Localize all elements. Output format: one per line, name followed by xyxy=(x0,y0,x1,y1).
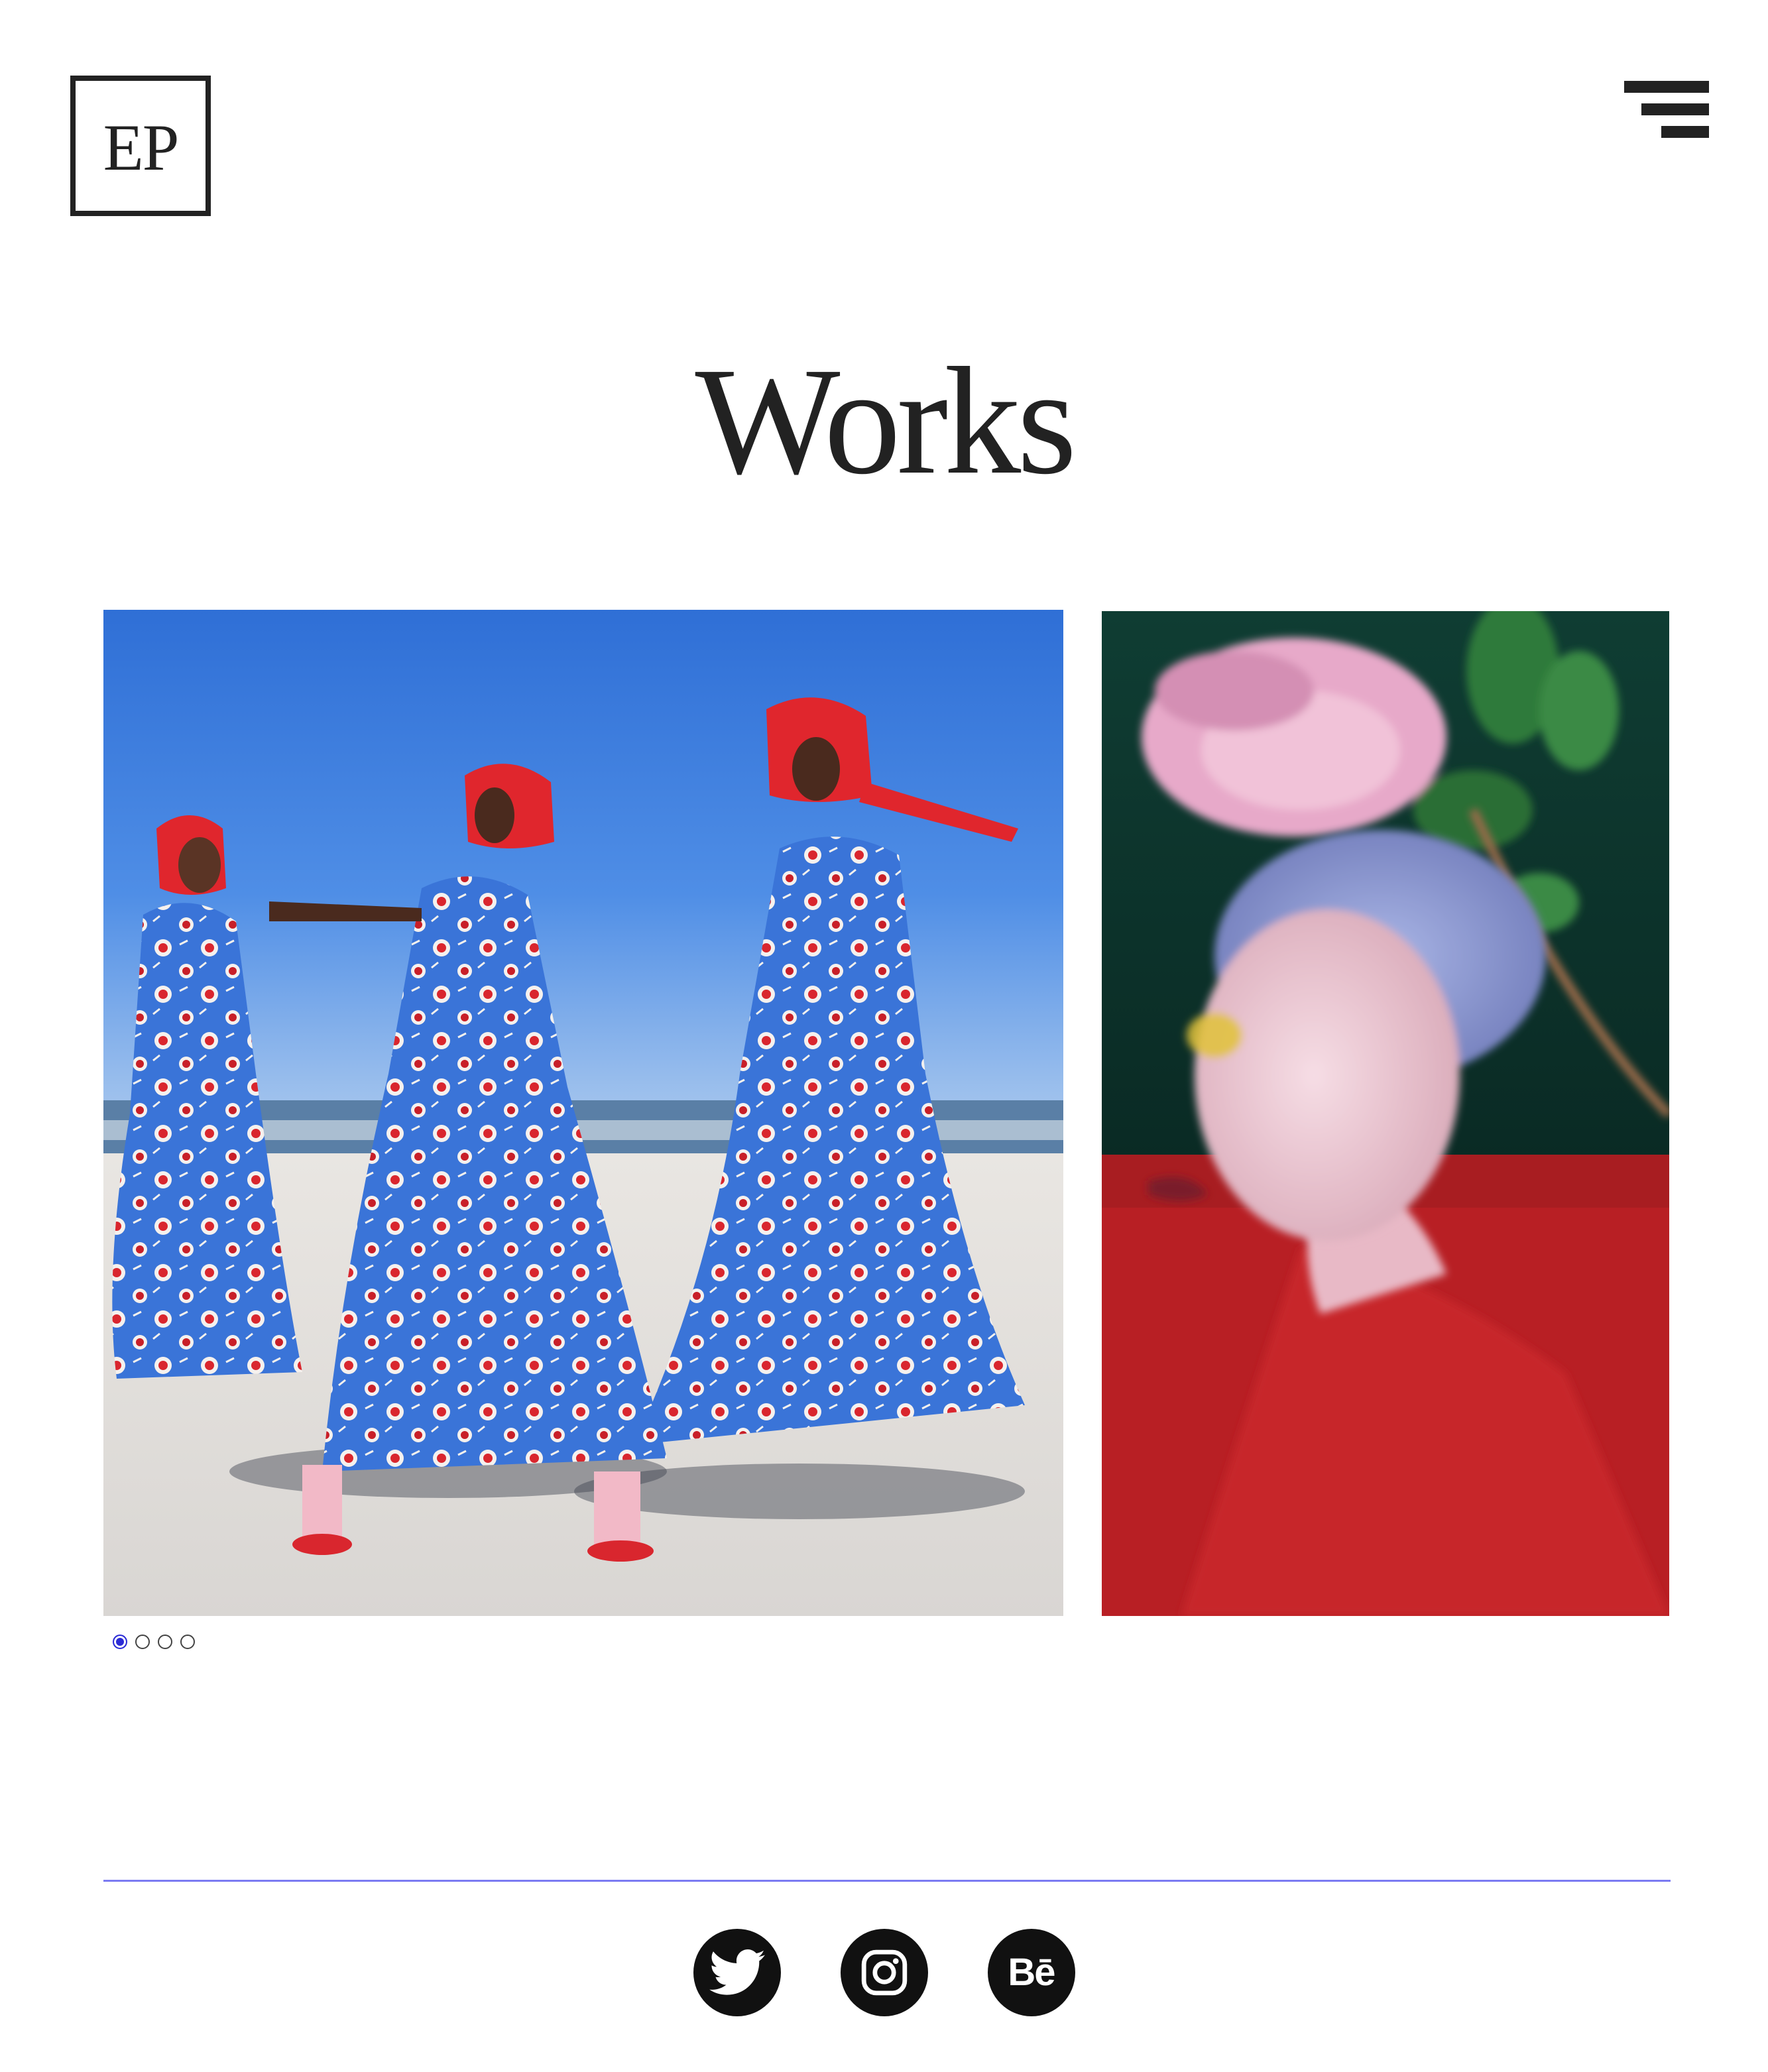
social-links: Bē xyxy=(0,1929,1768,2016)
instagram-link[interactable] xyxy=(840,1929,928,2016)
works-page: EP Works Bē xyxy=(0,0,1768,2072)
behance-link[interactable]: Bē xyxy=(987,1929,1075,2016)
carousel-dot-3[interactable] xyxy=(158,1635,172,1649)
beach-fashion-photo xyxy=(103,610,1063,1616)
carousel-dots xyxy=(113,1635,195,1649)
twitter-link[interactable] xyxy=(693,1929,781,2016)
footer-divider xyxy=(103,1880,1671,1882)
work-card-beach[interactable] xyxy=(103,610,1063,1616)
twitter-icon xyxy=(709,1949,765,1995)
logo-link[interactable]: EP xyxy=(70,76,211,216)
carousel-dot-4[interactable] xyxy=(180,1635,195,1649)
menu-button[interactable] xyxy=(1621,78,1709,139)
page-title: Works xyxy=(695,336,1077,506)
instagram-icon xyxy=(861,1949,907,1996)
menu-icon-bar xyxy=(1661,126,1709,138)
logo-text: EP xyxy=(103,111,180,184)
flower-portrait-photo xyxy=(1102,611,1669,1616)
behance-icon: Bē xyxy=(1008,1951,1055,1994)
menu-icon-bar xyxy=(1641,103,1709,115)
work-card-portrait[interactable] xyxy=(1102,611,1669,1616)
menu-icon xyxy=(1624,81,1709,93)
carousel-dot-1[interactable] xyxy=(113,1635,127,1649)
carousel-dot-2[interactable] xyxy=(135,1635,150,1649)
